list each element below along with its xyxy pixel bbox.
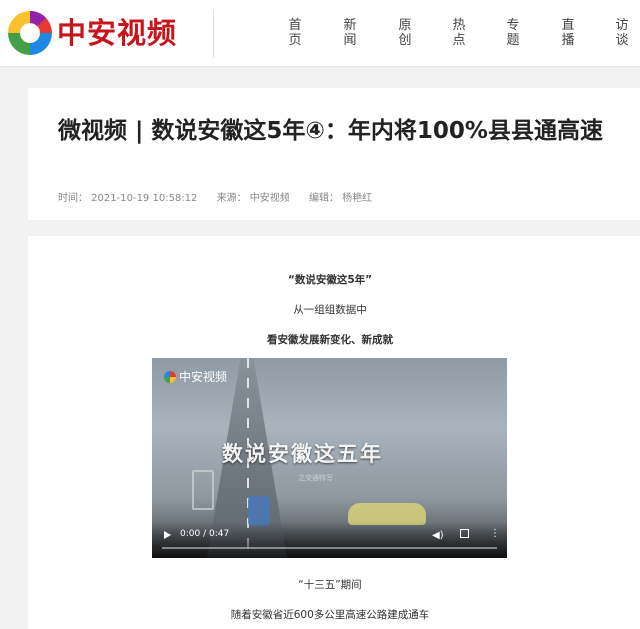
paragraph-period: “十三五”期间	[298, 579, 362, 591]
video-time: 0:00 / 0:47	[180, 529, 230, 539]
nav-item-home[interactable]: 首页	[287, 18, 303, 48]
article-source: 来源： 中安视频	[216, 193, 290, 204]
article-body: “数说安徽这5年” 从一组组数据中 看安徽发展新变化、新成就 中安视频 数说安徽…	[28, 236, 640, 629]
article-header: 微视频 | 数说安徽这5年④：年内将100%县县通高速 时间： 2021-10-…	[28, 88, 640, 220]
video-frame-gas-pump	[192, 470, 214, 510]
nav-item-original[interactable]: 原创	[397, 18, 413, 48]
video-progress-bar[interactable]	[162, 547, 497, 549]
nav-item-interview[interactable]: 访谈	[614, 18, 630, 48]
site-header: 中安视频 首页 新闻 原创 热点 专题 直播 访谈	[0, 0, 640, 67]
play-icon[interactable]	[164, 531, 171, 539]
video-title-overlay: 数说安徽这五年	[222, 442, 383, 466]
video-controls: 0:00 / 0:47 ◀) ⋮	[152, 522, 507, 558]
publish-time: 时间： 2021-10-19 10:58:12	[58, 193, 198, 204]
article-meta: 时间： 2021-10-19 10:58:12 来源： 中安视频 编辑： 杨艳红	[58, 189, 388, 204]
nav-item-news[interactable]: 新闻	[342, 18, 358, 48]
paragraph-intro: 从一组组数据中	[293, 304, 367, 316]
nav-item-hot[interactable]: 热点	[451, 18, 467, 48]
watermark-logo-icon	[164, 371, 176, 383]
main-nav: 首页 新闻 原创 热点 专题 直播 访谈	[0, 18, 640, 52]
volume-icon[interactable]: ◀)	[432, 530, 444, 541]
video-watermark: 中安视频	[164, 368, 227, 385]
more-options-icon[interactable]: ⋮	[490, 528, 500, 539]
fullscreen-icon[interactable]	[460, 529, 469, 538]
nav-item-topics[interactable]: 专题	[505, 18, 521, 48]
article-editor: 编辑： 杨艳红	[308, 193, 373, 204]
paragraph-subtitle: 看安徽发展新变化、新成就	[267, 334, 393, 346]
video-subtitle-overlay: 之交通特写	[298, 474, 333, 482]
video-player[interactable]: 中安视频 数说安徽这五年 之交通特写 0:00 / 0:47 ◀) ⋮	[152, 358, 507, 558]
paragraph-series-title: “数说安徽这5年”	[287, 274, 373, 286]
article-title: 微视频 | 数说安徽这5年④：年内将100%县县通高速	[58, 118, 603, 144]
nav-item-live[interactable]: 直播	[560, 18, 576, 48]
paragraph-highway: 随着安徽省近600多公里高速公路建成通车	[230, 609, 430, 621]
